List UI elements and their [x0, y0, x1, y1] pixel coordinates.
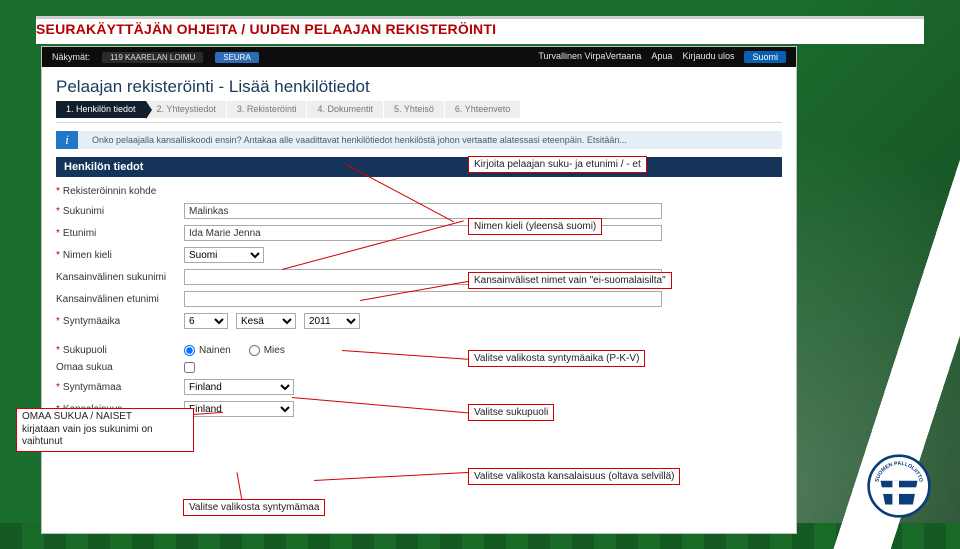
app-top-nav: Näkymät: 119 KAARELAN LOIMU SEURA Turval… [42, 47, 796, 67]
page-heading: Pelaajan rekisteröinti - Lisää henkilöti… [42, 67, 796, 101]
callout-dob: Valitse valikosta syntymäaika (P-K-V) [468, 350, 645, 367]
section-header: Henkilön tiedot [56, 157, 782, 177]
label-etunimi: Etunimi [56, 228, 176, 239]
callout-names: Kirjoita pelaajan suku- ja etunimi / - e… [468, 156, 647, 173]
label-kieli: Nimen kieli [56, 250, 176, 261]
nav-seura-button[interactable]: SEURA [215, 52, 259, 63]
label-sukunimi: Sukunimi [56, 206, 176, 217]
callout-gender: Valitse sukupuoli [468, 404, 554, 421]
checkbox-omaa-sukua[interactable] [184, 362, 195, 373]
label-omaa-sukua: Omaa sukua [56, 362, 176, 373]
label-kv-etunimi: Kansainvälinen etunimi [56, 294, 176, 305]
label-rekisterointi: Rekisteröinnin kohde [56, 186, 176, 197]
info-banner: i Onko pelaajalla kansalliskoodi ensin? … [56, 131, 782, 149]
select-kieli[interactable]: Suomi [184, 247, 264, 263]
select-year[interactable]: 2011 [304, 313, 360, 329]
slide-title-bar: SEURAKÄYTTÄJÄN OHJEITA / UUDEN PELAAJAN … [36, 16, 924, 44]
radio-nainen[interactable]: Nainen [184, 345, 231, 356]
step-5[interactable]: 5. Yhteisö [384, 101, 445, 118]
callout-birthcountry: Valitse valikosta syntymämaa [183, 499, 325, 516]
nav-link[interactable]: Kirjaudu ulos [682, 51, 734, 63]
info-text: Onko pelaajalla kansalliskoodi ensin? An… [86, 131, 633, 149]
radio-mies[interactable]: Mies [249, 345, 285, 356]
select-kansalaisuus[interactable]: Finland [184, 401, 294, 417]
label-kv-sukunimi: Kansainvälinen sukunimi [56, 272, 176, 283]
row-syntymaa: Syntymämaa Finland [56, 376, 782, 398]
label-sukupuoli: Sukupuoli [56, 345, 176, 356]
label-syntymaaika: Syntymäaika [56, 316, 176, 327]
select-month[interactable]: Kesä [236, 313, 296, 329]
row-omaa-sukua: Omaa sukua [56, 359, 782, 376]
callout-international: Kansainväliset nimet vain "ei-suomalaisi… [468, 272, 672, 289]
select-syntymaa[interactable]: Finland [184, 379, 294, 395]
step-3[interactable]: 3. Rekisteröinti [227, 101, 308, 118]
nav-lang-button[interactable]: Suomi [744, 51, 786, 63]
row-kv-etunimi: Kansainvälinen etunimi [56, 288, 782, 310]
step-6[interactable]: 6. Yhteenveto [445, 101, 521, 118]
select-day[interactable]: 6 [184, 313, 228, 329]
nav-view-value[interactable]: 119 KAARELAN LOIMU [102, 52, 203, 63]
step-1[interactable]: 1. Henkilön tiedot [56, 101, 147, 118]
callout-nationality: Valitse valikosta kansalaisuus (oltava s… [468, 468, 680, 485]
callout-lang: Nimen kieli (yleensä suomi) [468, 218, 602, 235]
input-kv-etunimi[interactable] [184, 291, 662, 307]
row-rekisterointi: Rekisteröinnin kohde [56, 183, 782, 200]
callout-maiden-name: OMAA SUKUA / NAISET kirjataan vain jos s… [16, 408, 194, 452]
label-syntymaa: Syntymämaa [56, 382, 176, 393]
step-2[interactable]: 2. Yhteystiedot [147, 101, 227, 118]
nav-link[interactable]: Turvallinen VirpaVertaana [538, 51, 641, 63]
federation-logo: SUOMEN PALLOLIITTO [866, 453, 932, 519]
info-icon: i [56, 131, 78, 149]
row-kieli: Nimen kieli Suomi [56, 244, 782, 266]
nav-link[interactable]: Apua [651, 51, 672, 63]
slide-title: SEURAKÄYTTÄJÄN OHJEITA / UUDEN PELAAJAN … [36, 21, 496, 37]
row-syntymaaika: Syntymäaika 6 Kesä 2011 [56, 310, 782, 332]
form-area: Rekisteröinnin kohde Sukunimi Etunimi Ni… [56, 177, 782, 420]
row-kv-sukunimi: Kansainvälinen sukunimi [56, 266, 782, 288]
nav-view-label: Näkymät: [52, 52, 90, 62]
step-4[interactable]: 4. Dokumentit [307, 101, 384, 118]
wizard-steps: 1. Henkilön tiedot 2. Yhteystiedot 3. Re… [42, 101, 796, 118]
